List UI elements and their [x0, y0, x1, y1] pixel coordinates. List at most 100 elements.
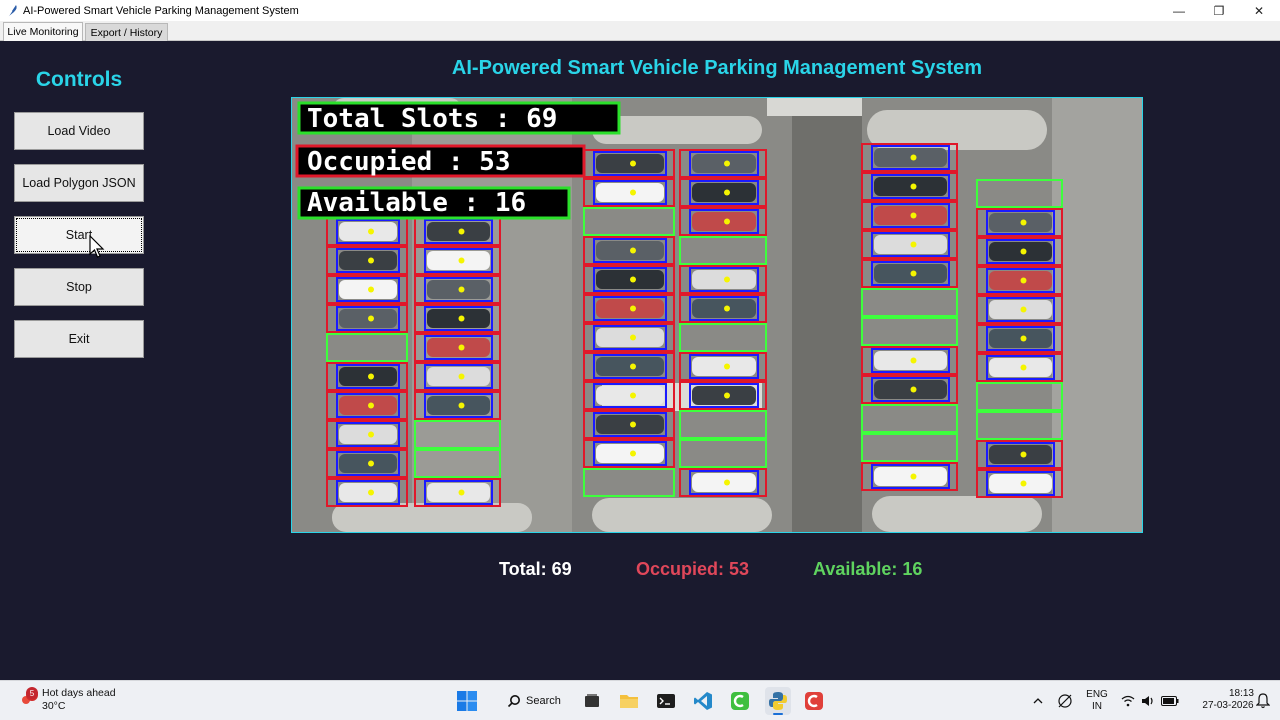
weather-title: Hot days ahead [42, 687, 116, 699]
search-label: Search [526, 695, 561, 707]
taskbar: 5 Hot days ahead 30°C Search ENG IN 18:1… [0, 680, 1280, 720]
mouse-pointer-icon [89, 235, 105, 258]
vehicle-centroid [910, 183, 917, 190]
page-title: AI-Powered Smart Vehicle Parking Managem… [451, 57, 983, 79]
vehicle-centroid [630, 189, 636, 196]
overlay-total-slots: Total Slots : 69 [297, 101, 621, 135]
overlay-occupied: Occupied : 53 [295, 144, 586, 178]
language-indicator[interactable]: ENG IN [1082, 689, 1112, 713]
minimize-button[interactable]: — [1160, 0, 1198, 21]
vehicle-centroid [1020, 248, 1027, 255]
vehicle-centroid [724, 392, 730, 399]
title-bar[interactable]: AI-Powered Smart Vehicle Parking Managem… [0, 0, 1280, 21]
python-app-icon[interactable] [765, 687, 791, 715]
vehicle-centroid [630, 421, 636, 428]
app-window: AI-Powered Smart Vehicle Parking Managem… [0, 0, 1280, 720]
vehicle-centroid [368, 489, 374, 496]
weather-widget[interactable]: Hot days ahead 30°C [42, 687, 116, 713]
vehicle-centroid [630, 363, 636, 370]
vehicle-centroid [724, 276, 730, 283]
total-count: Total: 69 [499, 559, 572, 579]
vehicle-centroid [910, 212, 917, 219]
exit-button[interactable]: Exit [14, 320, 144, 358]
vehicle-centroid [630, 276, 636, 283]
search-icon [507, 695, 520, 708]
vehicle-centroid [458, 344, 465, 351]
vehicle-centroid [458, 257, 465, 264]
start-button[interactable]: Start [14, 216, 144, 254]
vehicle-centroid [368, 257, 374, 264]
overlay-available: Available : 16 [297, 186, 571, 220]
vehicle-centroid [458, 373, 465, 380]
clock[interactable]: 18:13 27-03-2026 [1198, 688, 1258, 712]
vehicle-centroid [630, 247, 636, 254]
vehicle-centroid [1020, 219, 1027, 226]
chevron-up-icon[interactable] [1030, 693, 1046, 709]
vehicle-centroid [368, 228, 374, 235]
tab-strip: Live Monitoring Export / History [0, 21, 1280, 41]
vehicle-centroid [724, 363, 730, 370]
clock-date: 27-03-2026 [1202, 700, 1254, 711]
wifi-icon[interactable] [1120, 693, 1136, 709]
window-title: AI-Powered Smart Vehicle Parking Managem… [23, 4, 299, 17]
vehicle-centroid [458, 286, 465, 293]
camtasia-red-icon[interactable] [802, 689, 826, 713]
vehicle-centroid [630, 305, 636, 312]
vehicle-centroid [458, 489, 465, 496]
vehicle-centroid [368, 286, 374, 293]
clock-time: 18:13 [1228, 688, 1254, 699]
vehicle-centroid [630, 334, 636, 341]
video-feed: Total Slots : 69 Occupied : 53 Available… [291, 97, 1143, 533]
language-label: ENG [1086, 689, 1108, 700]
vehicle-centroid [910, 357, 917, 364]
vehicle-centroid [910, 241, 917, 248]
vehicle-centroid [368, 460, 374, 467]
terminal-icon[interactable] [654, 689, 678, 713]
vscode-icon[interactable] [691, 689, 715, 713]
tab-live-monitoring[interactable]: Live Monitoring [3, 22, 83, 41]
tab-export-history[interactable]: Export / History [85, 23, 168, 41]
vehicle-centroid [1020, 480, 1027, 487]
vehicle-centroid [724, 160, 730, 167]
vehicle-centroid [910, 386, 917, 393]
maximize-button[interactable]: ❐ [1200, 0, 1238, 21]
controls-heading: Controls [35, 68, 123, 91]
vehicle-centroid [368, 373, 374, 380]
overlay-available-text: Available : 16 [307, 188, 526, 218]
camtasia-green-icon[interactable] [728, 689, 752, 713]
load-polygon-json-button[interactable]: Load Polygon JSON [14, 164, 144, 202]
vehicle-centroid [630, 450, 636, 457]
weather-temp: 30°C [42, 700, 66, 712]
vehicle-centroid [724, 479, 730, 486]
weather-icon[interactable]: 5 [16, 687, 40, 711]
available-count: Available: 16 [813, 559, 923, 579]
vehicle-centroid [458, 315, 465, 322]
vehicle-centroid [724, 189, 730, 196]
task-view-icon[interactable] [580, 689, 604, 713]
file-explorer-icon[interactable] [617, 689, 641, 713]
vehicle-centroid [368, 431, 374, 438]
vehicle-centroid [910, 154, 917, 161]
vehicle-centroid [1020, 335, 1027, 342]
load-video-button[interactable]: Load Video [14, 112, 144, 150]
vehicle-centroid [724, 305, 730, 312]
overlay-occupied-text: Occupied : 53 [307, 147, 511, 177]
battery-icon[interactable] [1160, 693, 1180, 709]
taskbar-search[interactable]: Search [501, 689, 569, 713]
close-button[interactable]: ✕ [1240, 0, 1278, 21]
feather-icon [4, 3, 20, 19]
windows-start-icon[interactable] [455, 689, 479, 713]
network-off-icon[interactable] [1056, 692, 1074, 710]
vehicle-centroid [368, 315, 374, 322]
stop-button[interactable]: Stop [14, 268, 144, 306]
volume-icon[interactable] [1140, 693, 1156, 709]
overlay-total-text: Total Slots : 69 [307, 104, 557, 134]
vehicle-centroid [458, 228, 465, 235]
occupied-count: Occupied: 53 [636, 559, 750, 579]
vehicle-centroid [630, 160, 636, 167]
vehicle-centroid [1020, 451, 1027, 458]
parking-lot-view: Total Slots : 69 Occupied : 53 Available… [292, 98, 1142, 532]
vehicle-centroid [910, 270, 917, 277]
notification-bell-icon[interactable] [1254, 692, 1272, 710]
region-label: IN [1092, 701, 1102, 712]
